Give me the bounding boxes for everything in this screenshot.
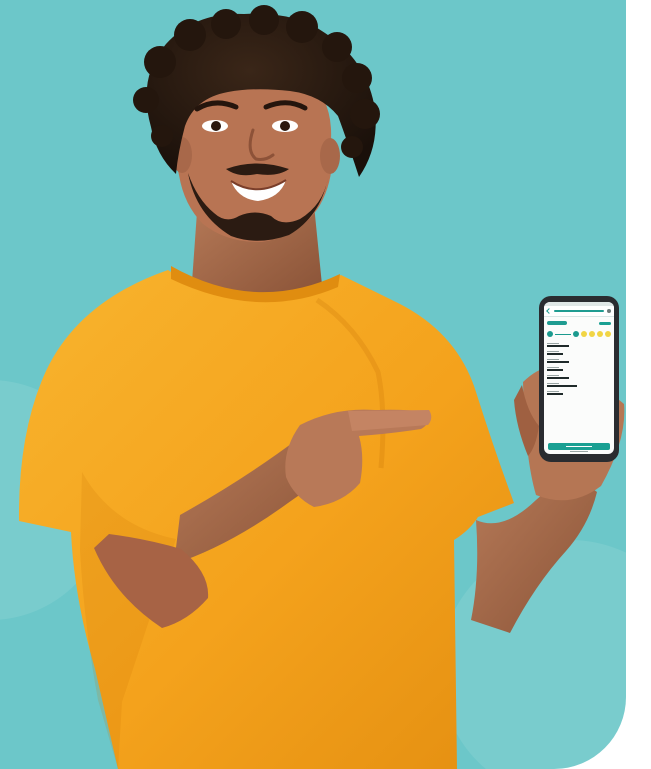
- phone-field: [547, 351, 611, 355]
- phone-field: [547, 391, 611, 395]
- phone-header: [544, 306, 614, 317]
- smartphone: [539, 296, 619, 462]
- step-2: [573, 331, 579, 337]
- step-6: [605, 331, 611, 337]
- progress-stepper: [544, 327, 614, 340]
- phone-field: [547, 383, 611, 387]
- phone-form: [544, 340, 614, 395]
- right-ear: [320, 138, 340, 174]
- back-arrow-icon: [546, 308, 552, 314]
- phone-title-placeholder: [554, 310, 604, 312]
- step-5: [597, 331, 603, 337]
- phone-primary-button: [548, 443, 610, 450]
- phone-field: [547, 343, 611, 347]
- phone-field: [547, 367, 611, 371]
- phone-action-chip: [599, 321, 611, 325]
- phone-screen: [544, 302, 614, 454]
- phone-field: [547, 375, 611, 379]
- phone-home-indicator: [570, 451, 588, 452]
- phone-top-row: [544, 317, 614, 327]
- phone-field: [547, 359, 611, 363]
- phone-heading-placeholder: [547, 321, 567, 325]
- step-4: [589, 331, 595, 337]
- gear-icon: [607, 309, 611, 313]
- step-3: [581, 331, 587, 337]
- step-1: [547, 331, 553, 337]
- step-line: [555, 333, 571, 335]
